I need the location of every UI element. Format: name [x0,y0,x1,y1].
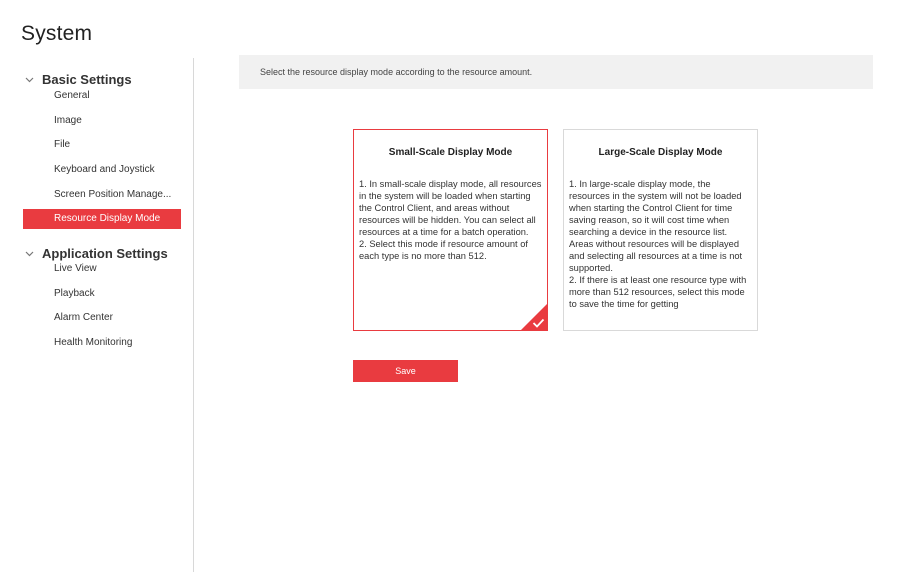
page-title: System [21,22,93,45]
system-window: System Basic Settings General Image File… [10,8,906,572]
chevron-down-icon [22,248,36,260]
sidebar-item-playback[interactable]: Playback [23,284,181,304]
hint-bar: Select the resource display mode accordi… [239,55,873,89]
mode-card-small-scale[interactable]: Small-Scale Display Mode 1. In small-sca… [353,129,548,331]
sidebar: Basic Settings General Image File Keyboa… [10,58,194,572]
sidebar-item-keyboard-and-joystick[interactable]: Keyboard and Joystick [23,160,181,180]
mode-card-title: Large-Scale Display Mode [598,147,723,158]
mode-card-title: Small-Scale Display Mode [388,147,513,158]
sidebar-item-alarm-center[interactable]: Alarm Center [23,308,181,328]
sidebar-item-file[interactable]: File [23,135,181,155]
chevron-down-icon [22,74,36,86]
save-button[interactable]: Save [353,360,458,382]
sidebar-item-health-monitoring[interactable]: Health Monitoring [23,333,181,353]
sidebar-item-image[interactable]: Image [23,111,181,131]
mode-card-description: 1. In large-scale display mode, the reso… [569,179,747,309]
sidebar-item-general[interactable]: General [23,86,181,106]
sidebar-item-screen-position-management[interactable]: Screen Position Manage... [23,185,181,205]
mode-card-description: 1. In small-scale display mode, all reso… [359,179,542,261]
mode-card-large-scale[interactable]: Large-Scale Display Mode 1. In large-sca… [563,129,758,331]
checkmark-icon [532,318,545,328]
sidebar-item-live-view[interactable]: Live View [23,259,181,279]
sidebar-group-basic-settings[interactable]: Basic Settings [22,72,132,87]
sidebar-group-label: Basic Settings [42,72,132,87]
sidebar-item-resource-display-mode[interactable]: Resource Display Mode [23,209,181,229]
